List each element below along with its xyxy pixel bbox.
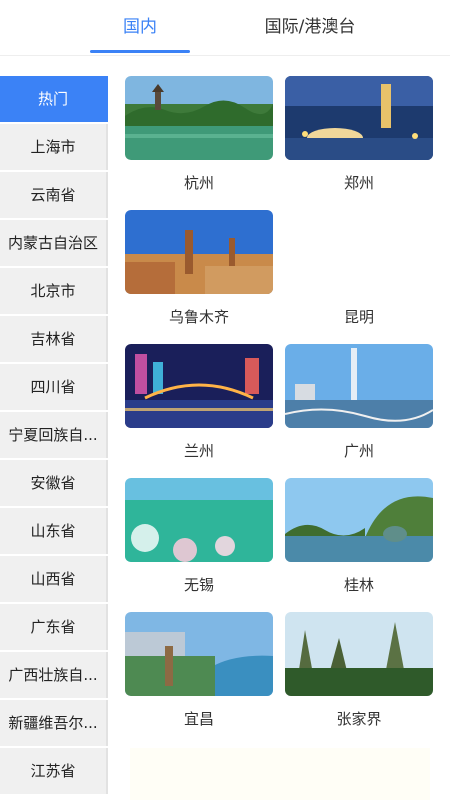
city-name: 张家界 [336,710,382,728]
city-card-yichang[interactable]: 宜昌 [125,612,273,732]
city-name: 昆明 [343,308,374,326]
city-photo [125,478,273,562]
city-name: 乌鲁木齐 [168,308,229,326]
sidebar-item-sichuan[interactable]: 四川省 [0,364,108,410]
city-name: 宜昌 [183,710,214,728]
footer-blank [130,748,430,800]
city-photo [125,210,273,294]
tab-international[interactable]: 国际/港澳台 [240,14,380,40]
city-name: 杭州 [183,174,214,192]
city-card-hangzhou[interactable]: 杭州 [125,76,273,196]
city-name: 无锡 [183,576,214,594]
city-card-urumqi[interactable]: 乌鲁木齐 [125,210,273,330]
city-photo [125,76,273,160]
province-sidebar: 热门 上海市 云南省 内蒙古自治区 北京市 吉林省 四川省 宁夏回族自... 安… [0,76,108,796]
city-photo [125,344,273,428]
sidebar-item-shanghai[interactable]: 上海市 [0,124,108,170]
city-card-guilin[interactable]: 桂林 [285,478,433,598]
city-name: 桂林 [343,576,374,594]
city-card-wuxi[interactable]: 无锡 [125,478,273,598]
city-photo [285,478,433,562]
sidebar-item-shandong[interactable]: 山东省 [0,508,108,554]
region-tabs: 国内 国际/港澳台 [0,0,450,56]
tab-domestic[interactable]: 国内 [90,14,190,40]
sidebar-item-inner-mongolia[interactable]: 内蒙古自治区 [0,220,108,266]
city-card-lanzhou[interactable]: 兰州 [125,344,273,464]
sidebar-item-hot[interactable]: 热门 [0,76,108,122]
sidebar-item-anhui[interactable]: 安徽省 [0,460,108,506]
city-name: 广州 [343,442,374,460]
sidebar-item-shanxi[interactable]: 山西省 [0,556,108,602]
city-card-zhengzhou[interactable]: 郑州 [285,76,433,196]
sidebar-item-guangdong[interactable]: 广东省 [0,604,108,650]
city-photo [285,344,433,428]
sidebar-item-jilin[interactable]: 吉林省 [0,316,108,362]
sidebar-item-yunnan[interactable]: 云南省 [0,172,108,218]
city-card-guangzhou[interactable]: 广州 [285,344,433,464]
city-photo [285,76,433,160]
city-photo [285,612,433,696]
sidebar-item-ningxia[interactable]: 宁夏回族自... [0,412,108,458]
city-name: 郑州 [343,174,374,192]
sidebar-item-beijing[interactable]: 北京市 [0,268,108,314]
active-tab-indicator [90,50,190,53]
city-name: 兰州 [183,442,214,460]
sidebar-item-guangxi[interactable]: 广西壮族自... [0,652,108,698]
sidebar-item-xinjiang[interactable]: 新疆维吾尔... [0,700,108,746]
city-card-zhangjiajie[interactable]: 张家界 [285,612,433,732]
sidebar-item-jiangsu[interactable]: 江苏省 [0,748,108,794]
city-card-kunming[interactable]: 昆明 [285,210,433,330]
city-photo [125,612,273,696]
